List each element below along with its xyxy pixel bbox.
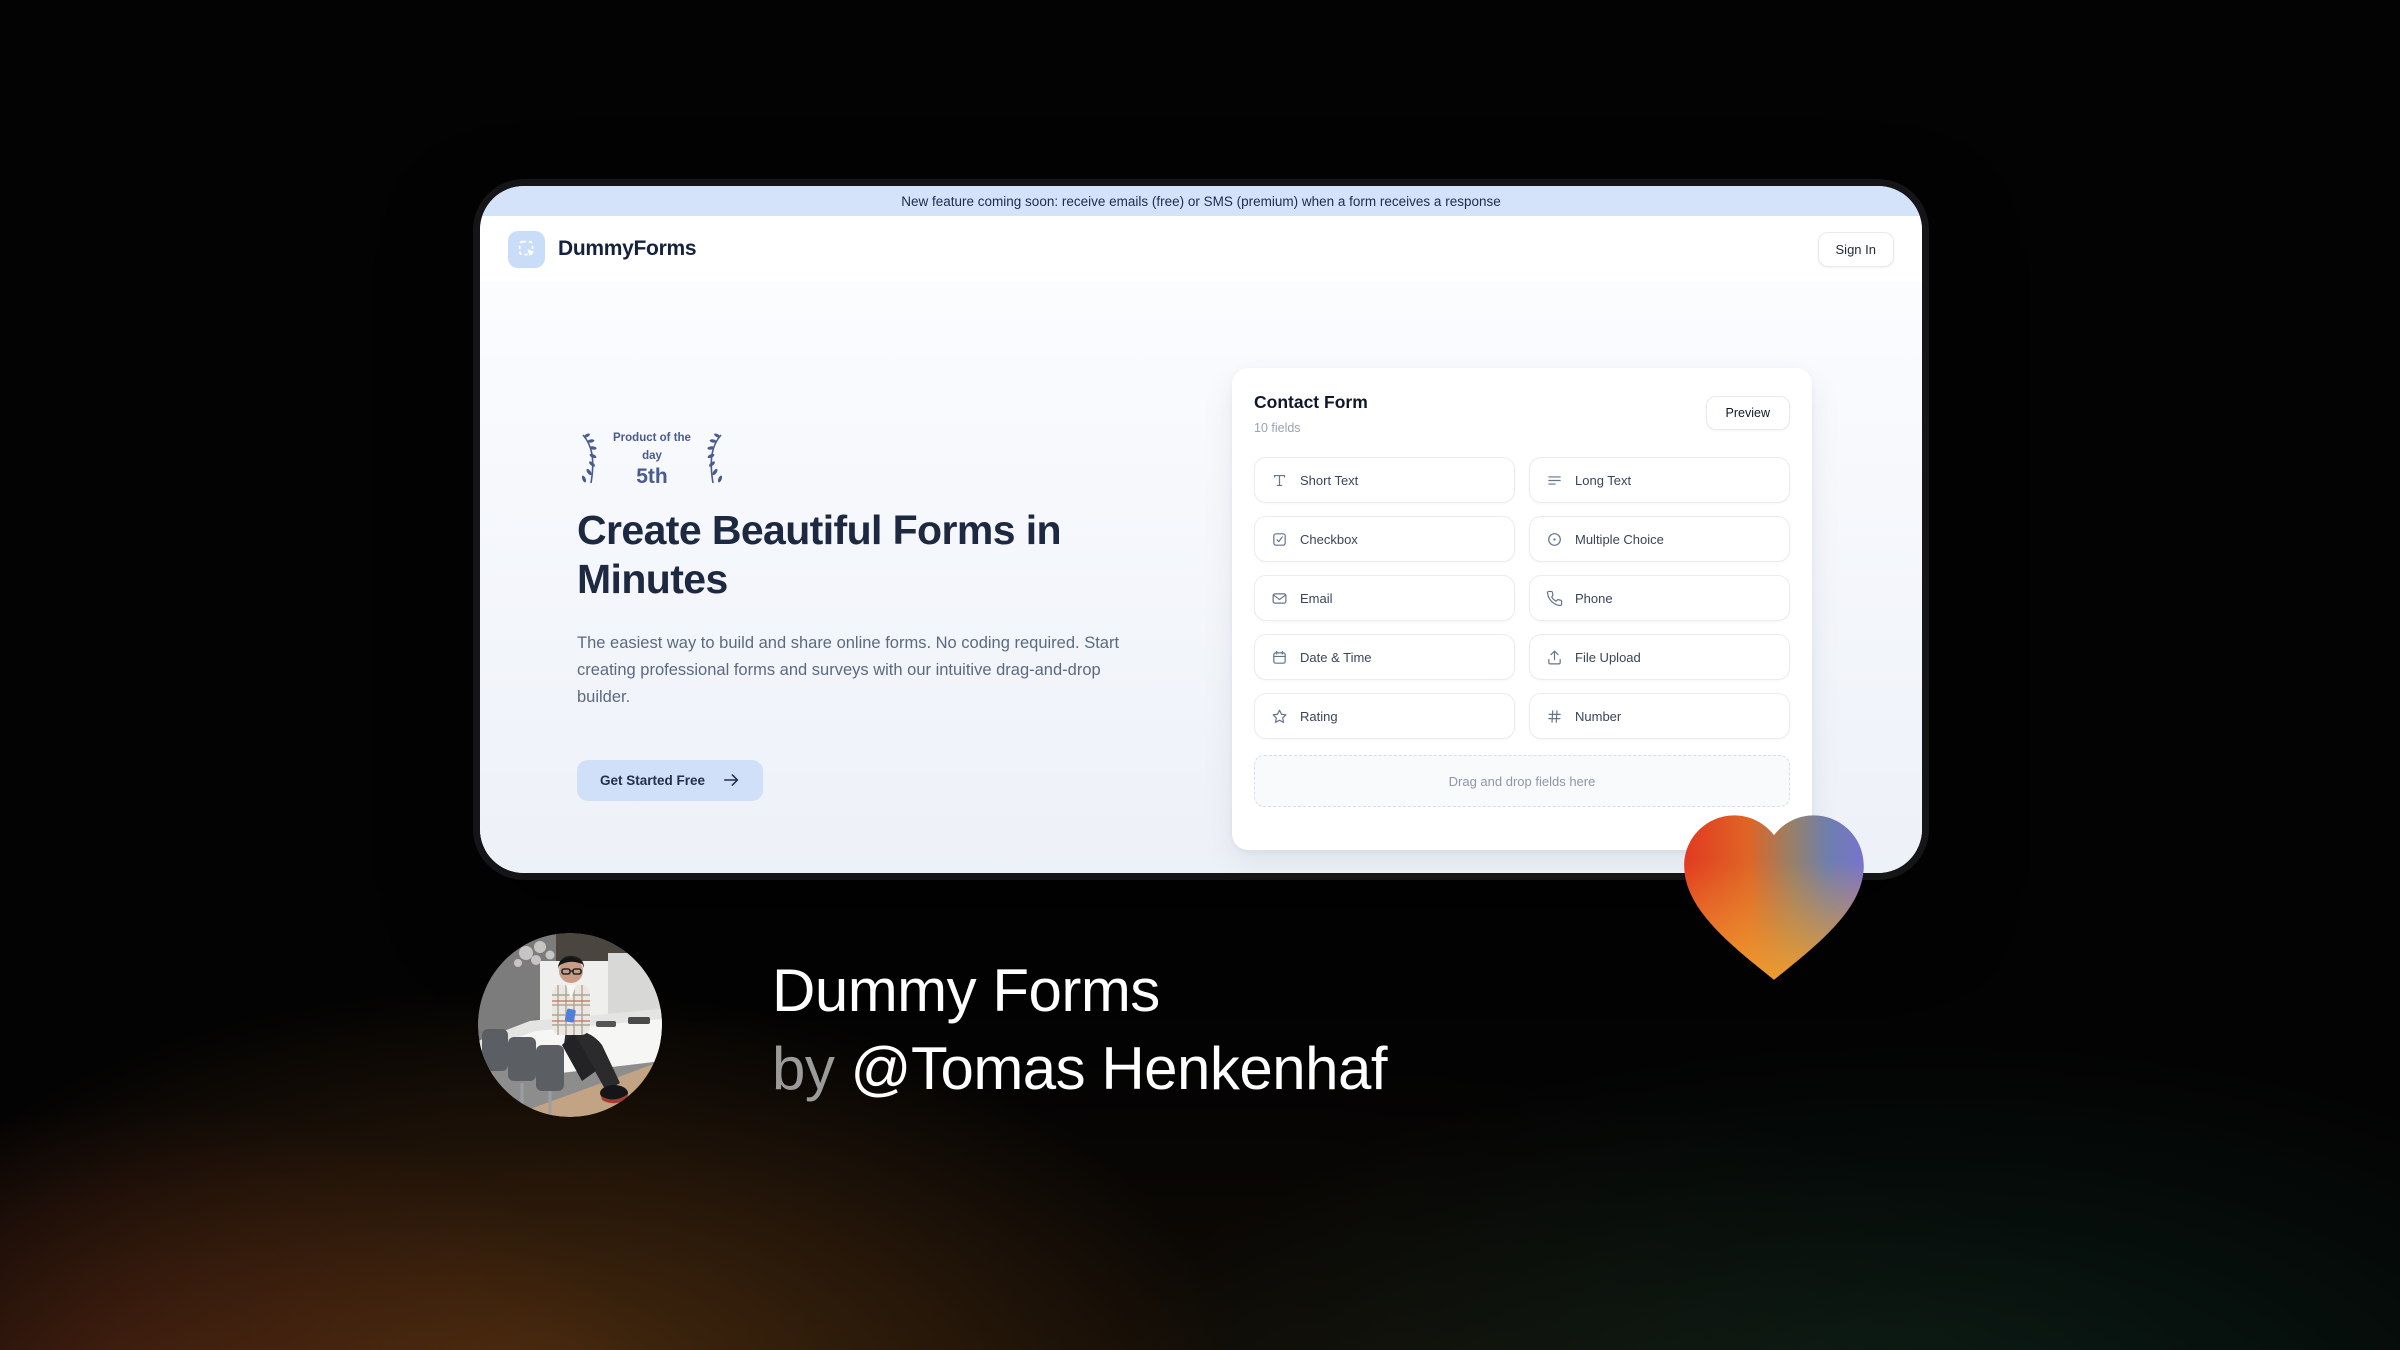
gradient-heart-logo [1678,810,1870,991]
field-chip-multiple-choice[interactable]: Multiple Choice [1529,516,1790,562]
checkbox-icon [1273,532,1286,546]
field-chip-number[interactable]: Number [1529,693,1790,739]
attribution-author: @Tomas Henkenhaf [850,1035,1388,1102]
get-started-button[interactable]: Get Started Free [577,759,764,801]
field-chip-long-text[interactable]: Long Text [1529,457,1790,503]
field-type-grid: Short Text Long Text Checkbox Multiple C… [1254,457,1790,739]
hero-section: Product of the day 5th Create Beautiful … [577,428,1155,801]
upload-icon [1548,650,1561,664]
promo-canvas: New feature coming soon: receive emails … [0,0,2400,1350]
app-header: DummyForms Sign In [480,216,1922,282]
form-builder-card: Contact Form 10 fields Preview Short Tex… [1232,368,1812,850]
field-chip-date-time[interactable]: Date & Time [1254,634,1515,680]
field-chip-short-text[interactable]: Short Text [1254,457,1515,503]
dashed-select-cursor-icon [518,240,534,257]
hero-description: The easiest way to build and share onlin… [577,634,1120,706]
field-chip-file-upload[interactable]: File Upload [1529,634,1790,680]
text-lines-icon [1548,475,1561,485]
product-of-the-day-badge: Product of the day 5th [577,428,727,489]
preview-button[interactable]: Preview [1705,396,1790,430]
hash-icon [1548,709,1561,723]
brand-logo[interactable]: DummyForms [508,230,697,268]
announcement-text: New feature coming soon: receive emails … [901,193,1501,209]
laurel-right-icon [707,432,723,483]
badge-rank: 5th [636,465,668,488]
attribution-by: by [772,1035,835,1102]
arrow-right-icon [723,774,739,786]
form-title: Contact Form [1254,392,1368,412]
calendar-icon [1273,650,1286,664]
field-chip-email[interactable]: Email [1254,575,1515,621]
drag-drop-label: Drag and drop fields here [1448,773,1596,789]
announcement-banner: New feature coming soon: receive emails … [480,186,1922,216]
sign-in-button[interactable]: Sign In [1817,231,1894,267]
text-type-icon [1273,474,1286,486]
attribution-text: Dummy Forms by @Tomas Henkenhaf [772,952,1388,1108]
envelope-icon [1272,592,1287,604]
field-chip-rating[interactable]: Rating [1254,693,1515,739]
drag-drop-zone[interactable]: Drag and drop fields here [1254,755,1790,807]
maker-avatar-photo [478,933,662,1117]
badge-label: Product of the day [613,432,691,462]
radio-icon [1548,532,1561,546]
attribution-title: Dummy Forms [772,957,1160,1024]
get-started-label: Get Started Free [600,772,706,788]
brand-logo-icon [508,230,545,268]
landing-main: Product of the day 5th Create Beautiful … [480,282,1922,873]
laurel-left-icon [581,432,597,483]
hero-title: Create Beautiful Forms in Minutes [577,507,1062,602]
star-icon [1272,709,1287,723]
brand-name: DummyForms [558,237,697,260]
phone-icon [1546,590,1563,606]
field-chip-phone[interactable]: Phone [1529,575,1790,621]
field-chip-checkbox[interactable]: Checkbox [1254,516,1515,562]
form-field-count: 10 fields [1254,421,1301,435]
app-window: New feature coming soon: receive emails … [480,186,1922,873]
